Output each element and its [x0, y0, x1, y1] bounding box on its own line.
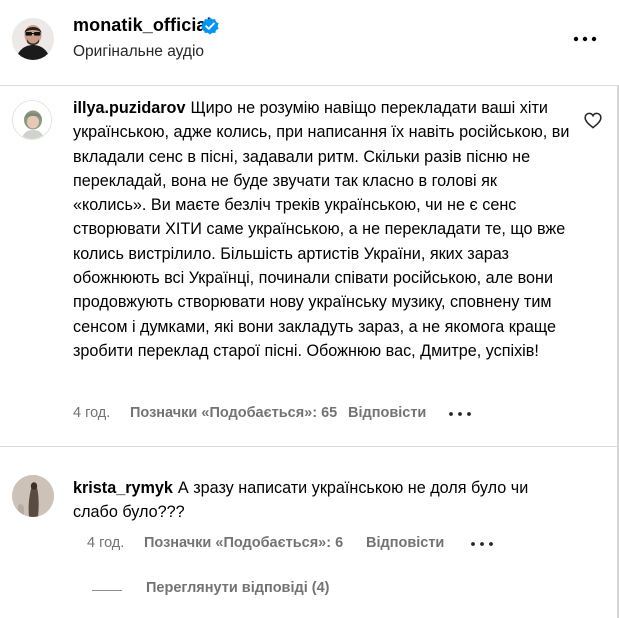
comment-likes[interactable]: Позначки «Подобається»: 6: [144, 535, 343, 551]
comment-likes[interactable]: Позначки «Подобається»: 65: [130, 405, 337, 421]
author-username[interactable]: monatik_official: [73, 15, 212, 36]
comment-meta: 4 год. Позначки «Подобається»: 65 Відпов…: [73, 405, 593, 425]
more-options-icon[interactable]: [571, 27, 599, 51]
comments-panel: monatik_official Оригінальне аудіо illya…: [0, 0, 619, 618]
comment-text: Щиро не розумію навіщо перекладати ваші …: [73, 99, 570, 360]
comment-time[interactable]: 4 год.: [87, 535, 124, 551]
reply-button[interactable]: Відповісти: [348, 405, 426, 421]
commenter-avatar[interactable]: [12, 475, 54, 517]
comment-body: illya.puzidarov Щиро не розумію навіщо пе…: [73, 96, 573, 363]
comment-options-icon[interactable]: [447, 406, 473, 422]
audio-subtitle[interactable]: Оригінальне аудіо: [73, 43, 204, 61]
verified-badge-icon: [200, 16, 220, 36]
view-replies-label: Переглянути відповіді (4): [146, 580, 330, 596]
post-header: monatik_official Оригінальне аудіо: [0, 0, 619, 86]
comment-author[interactable]: krista_rymyk: [73, 479, 173, 497]
replies-line: [92, 590, 122, 591]
author-avatar[interactable]: [12, 18, 54, 60]
comment-divider: [0, 446, 619, 447]
commenter-avatar[interactable]: [12, 100, 52, 140]
heart-icon[interactable]: [584, 112, 602, 129]
comment-options-icon[interactable]: [469, 536, 495, 552]
comment-body: krista_rymyk А зразу написати українською…: [73, 476, 543, 525]
comment-meta: 4 год. Позначки «Подобається»: 6 Відпові…: [73, 535, 593, 555]
comment-time[interactable]: 4 год.: [73, 405, 110, 421]
comment-author[interactable]: illya.puzidarov: [73, 99, 185, 117]
reply-button[interactable]: Відповісти: [366, 535, 444, 551]
